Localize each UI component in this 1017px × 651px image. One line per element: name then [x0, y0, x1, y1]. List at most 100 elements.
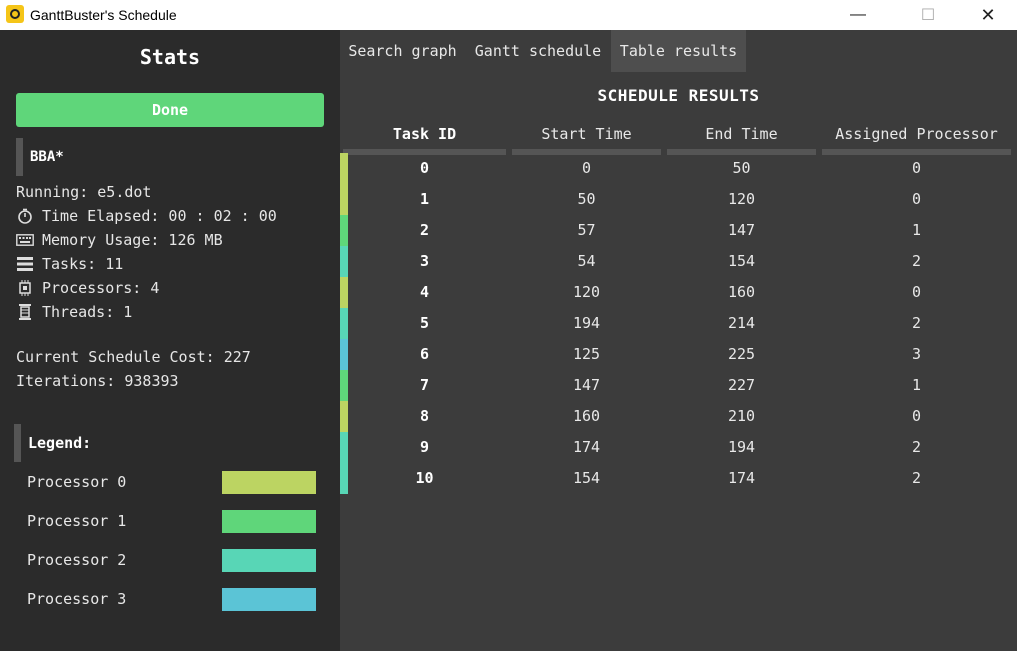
- table-cell: 3: [911, 345, 922, 363]
- column-header-label: Task ID: [392, 125, 457, 143]
- tasks-count: Tasks: 11: [16, 255, 123, 273]
- table-row: 2 57 147 1: [340, 215, 1017, 246]
- running-file-text: Running: e5.dot: [16, 183, 152, 201]
- legend-label: Processor 0: [27, 473, 127, 491]
- table-cell: 1: [911, 376, 922, 394]
- table-row: 5 194 214 2: [340, 308, 1017, 339]
- tasks-icon: [16, 256, 34, 272]
- column-header-end-time[interactable]: End Time: [667, 125, 816, 155]
- app-icon: [6, 5, 24, 23]
- threads-icon: [16, 304, 34, 320]
- table-cell: 154: [572, 469, 601, 487]
- close-button[interactable]: ✕: [965, 0, 1011, 30]
- legend-swatch: [222, 588, 316, 611]
- table-row: 0 0 50 0: [340, 153, 1017, 184]
- table-row: 10 154 174 2: [340, 463, 1017, 494]
- table-cell: 160: [572, 407, 601, 425]
- memory-usage: Memory Usage: 126 MB: [16, 231, 223, 249]
- tab-bar: Search graph Gantt schedule Table result…: [340, 30, 1017, 72]
- tab-gantt-schedule[interactable]: Gantt schedule: [468, 30, 608, 72]
- table-cell: 0: [911, 407, 922, 425]
- stats-sidebar: Stats Done BBA* Running: e5.dot Time Ela…: [0, 30, 340, 651]
- table-cell: 225: [727, 345, 756, 363]
- minimize-button[interactable]: —: [835, 0, 881, 30]
- table-cell: 194: [572, 314, 601, 332]
- column-header-start-time[interactable]: Start Time: [512, 125, 661, 155]
- legend-item-processor-1: Processor 1: [27, 510, 317, 533]
- legend-item-processor-0: Processor 0: [27, 471, 317, 494]
- table-cell: 160: [727, 283, 756, 301]
- legend-swatch: [222, 549, 316, 572]
- table-cell: 2: [911, 438, 922, 456]
- table-cell: 50: [577, 190, 596, 208]
- legend-label: Processor 3: [27, 590, 127, 608]
- column-header-assigned-processor[interactable]: Assigned Processor: [822, 125, 1011, 155]
- tab-search-graph[interactable]: Search graph: [340, 30, 465, 72]
- table-cell: 147: [572, 376, 601, 394]
- iterations-text: Iterations: 938393: [16, 372, 179, 390]
- legend-label: Processor 2: [27, 551, 127, 569]
- time-elapsed-text: Time Elapsed: 00 : 02 : 00: [42, 207, 277, 225]
- table-cell: 6: [419, 345, 430, 363]
- table-cell: 210: [727, 407, 756, 425]
- table-row: 1 50 120 0: [340, 184, 1017, 215]
- table-cell: 2: [911, 314, 922, 332]
- memory-usage-text: Memory Usage: 126 MB: [42, 231, 223, 249]
- table-row: 9 174 194 2: [340, 432, 1017, 463]
- table-cell: 0: [911, 283, 922, 301]
- threads-count: Threads: 1: [16, 303, 132, 321]
- time-elapsed: Time Elapsed: 00 : 02 : 00: [16, 207, 277, 225]
- table-cell: 0: [581, 159, 592, 177]
- done-button[interactable]: Done: [16, 93, 324, 127]
- table-cell: 0: [419, 159, 430, 177]
- schedule-cost: Current Schedule Cost: 227: [16, 348, 251, 366]
- table-row: 6 125 225 3: [340, 339, 1017, 370]
- table-cell: 0: [911, 190, 922, 208]
- table-cell: 120: [572, 283, 601, 301]
- table-cell: 120: [727, 190, 756, 208]
- table-cell: 214: [727, 314, 756, 332]
- processors-count: Processors: 4: [16, 279, 159, 297]
- algorithm-label: BBA*: [16, 138, 64, 176]
- table-row: 8 160 210 0: [340, 401, 1017, 432]
- tab-table-results[interactable]: Table results: [611, 30, 746, 72]
- column-header-label: Assigned Processor: [835, 125, 998, 143]
- table-cell: 227: [727, 376, 756, 394]
- legend-swatch: [222, 510, 316, 533]
- table-cell: 174: [727, 469, 756, 487]
- legend-item-processor-3: Processor 3: [27, 588, 317, 611]
- table-cell: 9: [419, 438, 430, 456]
- column-header-label: End Time: [705, 125, 778, 143]
- legend-title: Legend:: [14, 424, 91, 462]
- table-cell: 0: [911, 159, 922, 177]
- processor-icon: [16, 280, 34, 296]
- tasks-count-text: Tasks: 11: [42, 255, 124, 273]
- table-cell: 10: [415, 469, 434, 487]
- table-cell: 174: [572, 438, 601, 456]
- stopwatch-icon: [16, 208, 34, 224]
- legend-label: Processor 1: [27, 512, 127, 530]
- legend-swatch: [222, 471, 316, 494]
- column-header-task-id[interactable]: Task ID: [343, 125, 506, 155]
- results-title: SCHEDULE RESULTS: [597, 86, 760, 105]
- table-cell: 147: [727, 221, 756, 239]
- stats-title: Stats: [139, 45, 201, 69]
- table-cell: 154: [727, 252, 756, 270]
- table-cell: 1: [419, 190, 430, 208]
- legend-item-processor-2: Processor 2: [27, 549, 317, 572]
- threads-count-text: Threads: 1: [42, 303, 133, 321]
- maximize-button[interactable]: ☐: [905, 0, 951, 30]
- running-file: Running: e5.dot: [16, 183, 151, 201]
- table-cell: 1: [911, 221, 922, 239]
- keyboard-icon: [16, 232, 34, 248]
- table-cell: 2: [911, 469, 922, 487]
- table-cell: 8: [419, 407, 430, 425]
- table-row: 7 147 227 1: [340, 370, 1017, 401]
- table-cell: 3: [419, 252, 430, 270]
- schedule-cost-text: Current Schedule Cost: 227: [16, 348, 251, 366]
- column-header-label: Start Time: [541, 125, 632, 143]
- table-cell: 54: [577, 252, 596, 270]
- table-row: 3 54 154 2: [340, 246, 1017, 277]
- table-cell: 50: [732, 159, 751, 177]
- table-cell: 57: [577, 221, 596, 239]
